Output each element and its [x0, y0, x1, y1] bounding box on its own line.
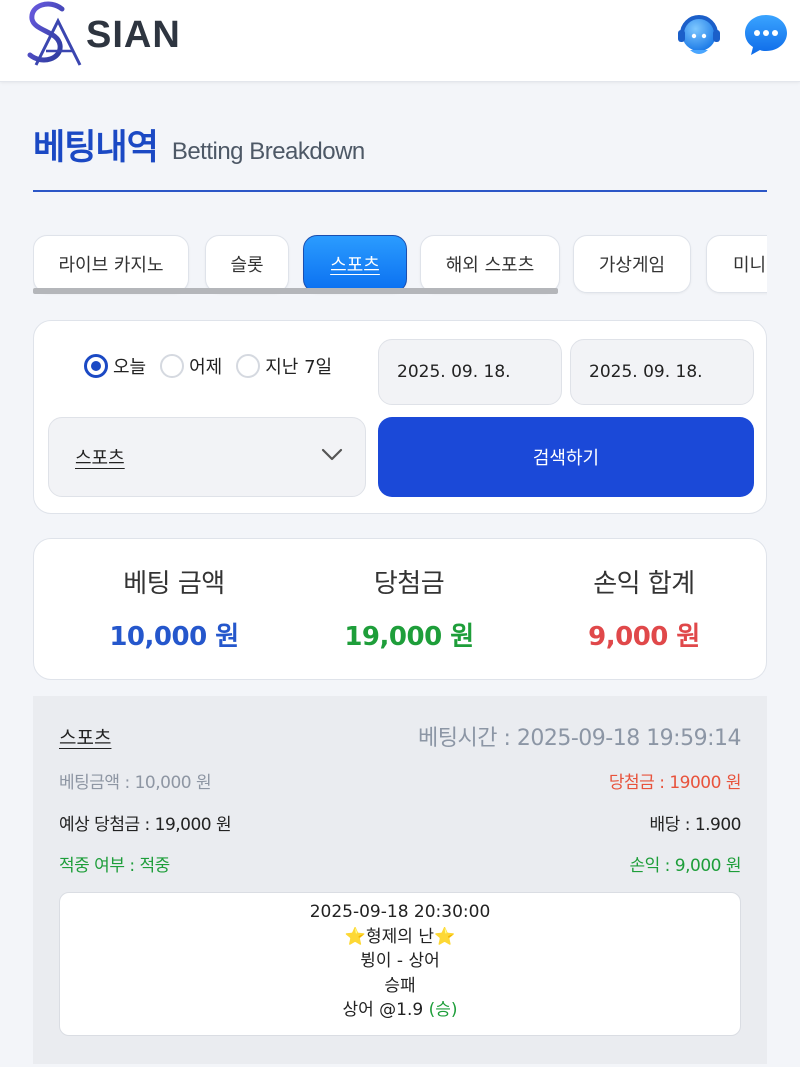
tabs-scrollbar[interactable] [33, 288, 558, 294]
league-name: ⭐형제의 난⭐ [344, 926, 456, 947]
tab-sports[interactable]: 스포츠 [303, 235, 407, 293]
date-from-input[interactable]: 2025. 09. 18. [378, 339, 562, 405]
tab-virtual-game[interactable]: 가상게임 [573, 235, 691, 293]
record-hit-status: 적중 여부 : 적중 [59, 856, 170, 876]
radio-yesterday[interactable]: 어제 [160, 353, 222, 379]
radio-label: 어제 [189, 357, 223, 378]
win-amount-value: 19,000 원 [344, 622, 474, 652]
category-select-value: 스포츠 [75, 448, 125, 469]
record-row-expected: 예상 당첨금 : 19,000 원 배당 : 1.900 [59, 810, 742, 835]
record-header-row: 스포츠 베팅시간 : 2025-09-18 19:59:14 [59, 720, 742, 752]
radio-label: 지난 7일 [265, 357, 333, 378]
win-amount-label: 당첨금 [373, 569, 445, 599]
profit-total-label: 손익 합계 [593, 569, 695, 599]
radio-today[interactable]: 오늘 [84, 353, 146, 379]
pick-line: 상어 @1.9 (승) [60, 998, 740, 1023]
record-row-result: 적중 여부 : 적중 손익 : 9,000 원 [59, 851, 741, 876]
record-odds: 배당 : 1.900 [649, 815, 742, 835]
record-bet-amount: 베팅금액 : 10,000 원 [59, 773, 212, 793]
record-expected-win: 예상 당첨금 : 19,000 원 [59, 815, 232, 835]
radio-last-7-days[interactable]: 지난 7일 [236, 353, 332, 379]
filter-panel: 오늘 어제 지난 7일 2025. 09. 18. 2025. 09. 18. … [33, 320, 767, 514]
radio-unchecked-icon [160, 354, 185, 378]
bet-amount-label: 베팅 금액 [123, 569, 225, 599]
chat-bubble-icon[interactable] [743, 12, 789, 58]
logo[interactable]: SIAN [22, 0, 181, 70]
category-tabs: 라이브 카지노 슬롯 스포츠 해외 스포츠 가상게임 미니게임 [33, 233, 767, 297]
summary-win: 당첨금 19,000 원 [287, 563, 531, 653]
record-win-amount: 당첨금 : 19000 원 [608, 773, 742, 793]
radio-unchecked-icon [236, 354, 261, 378]
app-header: SIAN [0, 0, 800, 82]
summary-panel: 베팅 금액 10,000 원 당첨금 19,000 원 손익 합계 9,000 … [33, 538, 767, 680]
date-range-radios: 오늘 어제 지난 7일 [84, 353, 346, 379]
chevron-down-icon [321, 448, 343, 461]
profit-total-value: 9,000 원 [588, 622, 700, 652]
match-teams: 뷩이 - 상어 [360, 951, 440, 971]
tab-live-casino[interactable]: 라이브 카지노 [33, 235, 189, 293]
record-bet-time: 베팅시간 : 2025-09-18 19:59:14 [417, 726, 742, 751]
category-select[interactable]: 스포츠 [48, 417, 366, 497]
market-type: 승패 [384, 975, 416, 996]
bet-amount-value: 10,000 원 [109, 622, 239, 652]
record-detail-box: 2025-09-18 20:30:00 ⭐형제의 난⭐ 뷩이 - 상어 승패 상… [59, 892, 741, 1036]
pick-selection: 상어 @1.9 [342, 1000, 424, 1020]
tab-mini-game[interactable]: 미니게임 [706, 235, 767, 293]
bet-record: 스포츠 베팅시간 : 2025-09-18 19:59:14 베팅금액 : 10… [33, 696, 767, 1064]
search-button[interactable]: 검색하기 [378, 417, 754, 497]
pick-result: (승) [428, 1000, 458, 1020]
match-time: 2025-09-18 20:30:00 [309, 902, 491, 922]
tab-overseas-sports[interactable]: 해외 스포츠 [420, 235, 560, 293]
tab-slot[interactable]: 슬롯 [205, 235, 289, 293]
date-to-input[interactable]: 2025. 09. 18. [570, 339, 754, 405]
sian-logo-icon [27, 1, 82, 66]
logo-text: SIAN [86, 13, 181, 56]
page-title-row: 베팅내역 Betting Breakdown [33, 122, 767, 192]
record-category[interactable]: 스포츠 [59, 723, 111, 750]
support-agent-icon[interactable] [676, 12, 722, 58]
page-title: 베팅내역 [33, 128, 159, 168]
summary-profit: 손익 합계 9,000 원 [522, 563, 766, 653]
record-row-amounts: 베팅금액 : 10,000 원 당첨금 : 19000 원 [59, 768, 742, 793]
radio-checked-icon [84, 354, 108, 378]
page-subtitle: Betting Breakdown [171, 138, 365, 165]
record-profit: 손익 : 9,000 원 [629, 856, 741, 876]
summary-bet: 베팅 금액 10,000 원 [52, 563, 296, 653]
radio-label: 오늘 [113, 357, 147, 378]
